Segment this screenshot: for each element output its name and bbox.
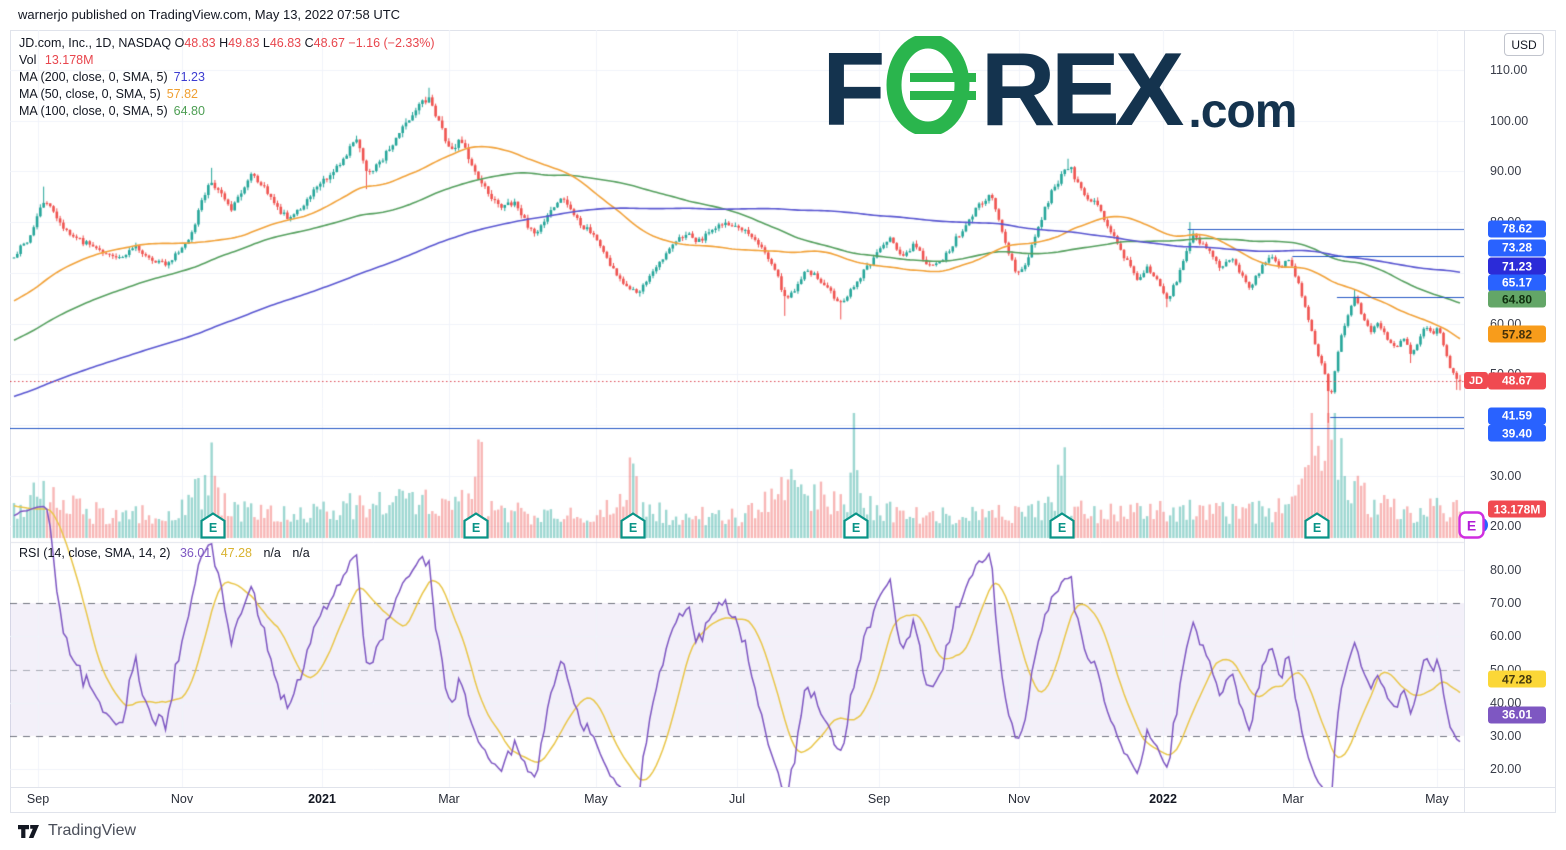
svg-text:E: E <box>1467 518 1476 534</box>
earnings-marker-icon[interactable]: E <box>1049 512 1075 544</box>
currency-button[interactable]: USD <box>1504 33 1544 56</box>
ma-legend-row[interactable]: MA (50, close, 0, SMA, 5) 57.82 <box>19 86 435 103</box>
rsi-value: 36.01 <box>180 546 211 560</box>
price-axis-tick: 20.00 <box>1490 519 1560 533</box>
price-axis-tick: 70.00 <box>1490 596 1560 610</box>
ma-legend-row[interactable]: MA (200, close, 0, SMA, 5) 71.23 <box>19 69 435 86</box>
price-axis-badge: 48.67 <box>1488 372 1546 389</box>
price-axis-badge: 13.178M <box>1488 501 1546 518</box>
svg-text:E: E <box>852 521 860 535</box>
tradingview-brand: TradingView <box>48 822 136 840</box>
rsi-axis-badge: 47.28 <box>1488 671 1546 688</box>
symbol-price-badge: JD <box>1464 372 1488 389</box>
symbol-row[interactable]: JD.com, Inc., 1D, NASDAQ O48.83 H49.83 L… <box>19 35 435 52</box>
price-axis-tick: 20.00 <box>1490 762 1560 776</box>
price-axis-badge: 78.62 <box>1488 220 1546 237</box>
rsi-label: RSI (14, close, SMA, 14, 2) <box>19 546 170 560</box>
earnings-marker-icon[interactable]: E <box>1304 512 1330 544</box>
symbol-title: JD.com, Inc., 1D, NASDAQ <box>19 36 171 50</box>
rsi-axis-badge: 36.01 <box>1488 706 1546 723</box>
earnings-marker-icon[interactable]: E <box>463 512 489 544</box>
ma-label: MA (50, close, 0, SMA, 5) <box>19 87 161 101</box>
rsi-ma-value: 47.28 <box>221 546 252 560</box>
price-axis-badge: 71.23 <box>1488 258 1546 275</box>
earnings-marker-icon[interactable]: E <box>200 512 226 544</box>
svg-text:E: E <box>209 521 217 535</box>
rsi-legend[interactable]: RSI (14, close, SMA, 14, 2) 36.01 47.28 … <box>19 546 310 560</box>
ohlc-label: H <box>216 36 229 50</box>
price-axis-tick: 110.00 <box>1490 63 1560 77</box>
ma-label: MA (200, close, 0, SMA, 5) <box>19 70 168 84</box>
price-axis-tick: 60.00 <box>1490 629 1560 643</box>
price-axis-badge: 39.40 <box>1488 425 1546 442</box>
svg-text:E: E <box>472 521 480 535</box>
price-axis-badge: 65.17 <box>1488 274 1546 291</box>
tradingview-footer[interactable]: TradingView <box>18 822 136 840</box>
ohlc-value: 48.83 <box>184 36 215 50</box>
month-label: Sep <box>27 792 49 806</box>
ohlc-value: 46.83 <box>270 36 301 50</box>
price-axis-tick: 30.00 <box>1490 729 1560 743</box>
month-label: Nov <box>1008 792 1030 806</box>
rsi-na-1: n/a <box>263 546 280 560</box>
month-label: May <box>1425 792 1449 806</box>
ohlc-label: C <box>301 36 314 50</box>
price-axis-badge: 64.80 <box>1488 291 1546 308</box>
ma-value: 57.82 <box>167 87 198 101</box>
upcoming-earnings-icon[interactable]: E <box>1458 511 1485 544</box>
ma-label: MA (100, close, 0, SMA, 5) <box>19 104 168 118</box>
volume-label: Vol <box>19 53 36 67</box>
ohlc-value: 49.83 <box>228 36 259 50</box>
ma-legend-row[interactable]: MA (100, close, 0, SMA, 5) 64.80 <box>19 103 435 120</box>
price-axis-badge: 73.28 <box>1488 239 1546 256</box>
month-label: Mar <box>1282 792 1304 806</box>
published-header: warnerjo published on TradingView.com, M… <box>18 7 400 22</box>
svg-text:E: E <box>1313 521 1321 535</box>
earnings-marker-icon[interactable]: E <box>843 512 869 544</box>
earnings-marker-icon[interactable]: E <box>620 512 646 544</box>
month-label: Nov <box>171 792 193 806</box>
price-axis-badge: 57.82 <box>1488 326 1546 343</box>
price-axis-separator <box>1464 30 1465 813</box>
year-label: 2021 <box>308 792 336 806</box>
volume-value: 13.178M <box>45 53 94 67</box>
time-axis-separator <box>10 787 1556 788</box>
main-legend: JD.com, Inc., 1D, NASDAQ O48.83 H49.83 L… <box>19 35 435 120</box>
ohlc-value: 48.67 <box>314 36 345 50</box>
year-label: 2022 <box>1149 792 1177 806</box>
ohlc-values: O48.83 H49.83 L46.83 C48.67 <box>175 36 345 50</box>
change-value: −1.16 (−2.33%) <box>348 36 434 50</box>
month-label: Jul <box>729 792 745 806</box>
rsi-na-2: n/a <box>292 546 309 560</box>
ma-value: 64.80 <box>174 104 205 118</box>
tradingview-logo-icon <box>18 824 40 839</box>
price-axis-tick: 90.00 <box>1490 164 1560 178</box>
month-label: Mar <box>438 792 460 806</box>
price-axis-tick: 80.00 <box>1490 563 1560 577</box>
price-chart-canvas[interactable] <box>10 30 1464 787</box>
ohlc-label: L <box>259 36 269 50</box>
price-axis-badge: 41.59 <box>1488 407 1546 424</box>
month-label: May <box>584 792 608 806</box>
published-chart-page: warnerjo published on TradingView.com, M… <box>0 0 1566 850</box>
price-axis-tick: 100.00 <box>1490 114 1560 128</box>
ma-value: 71.23 <box>174 70 205 84</box>
svg-text:E: E <box>629 521 637 535</box>
svg-text:E: E <box>1058 521 1066 535</box>
volume-row[interactable]: Vol 13.178M <box>19 52 435 69</box>
month-label: Sep <box>868 792 890 806</box>
price-axis-tick: 30.00 <box>1490 469 1560 483</box>
ohlc-label: O <box>175 36 185 50</box>
